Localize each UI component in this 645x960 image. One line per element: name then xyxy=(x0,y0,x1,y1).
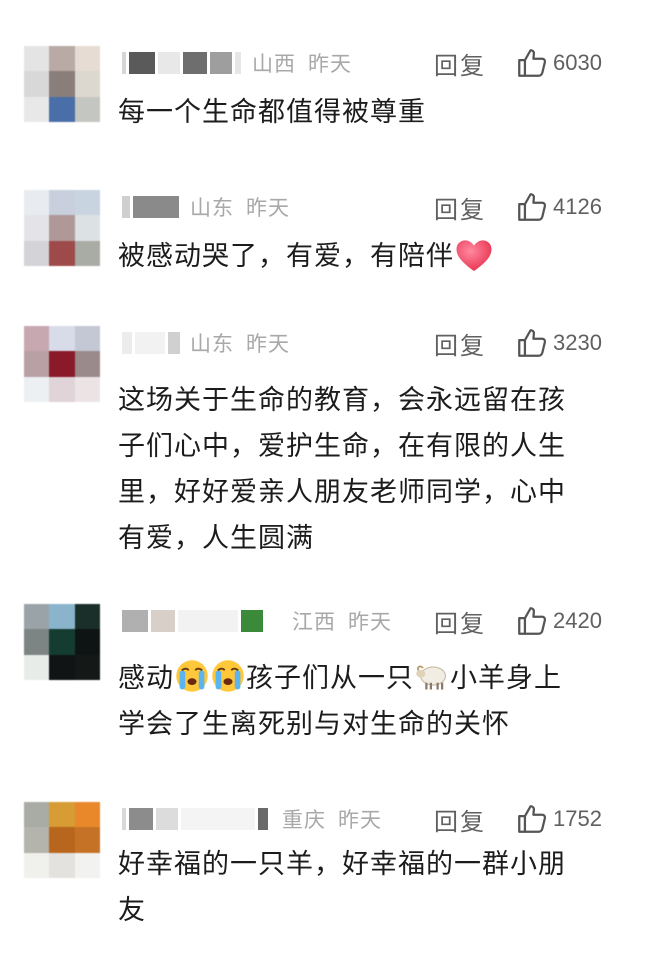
comment-text-line: 这场关于生命的教育，会永远留在孩 xyxy=(118,385,566,416)
region-label: 山西 xyxy=(252,52,296,76)
like-count: 4126 xyxy=(553,194,602,219)
crying-face-emoji xyxy=(176,659,208,692)
time-label: 昨天 xyxy=(308,52,352,76)
like-count: 3230 xyxy=(553,330,602,355)
username-redacted[interactable] xyxy=(122,332,180,358)
username-redacted[interactable] xyxy=(122,610,263,636)
comment-text-segment: 小羊身上 xyxy=(450,663,562,694)
comment-text-line: 里，好好爱亲人朋友老师同学，心中 xyxy=(118,477,566,508)
thumbs-up-icon xyxy=(518,607,547,635)
thumbs-up-icon xyxy=(518,193,547,221)
like-count: 2420 xyxy=(553,608,602,633)
like-button[interactable]: 1752 xyxy=(515,802,602,836)
like-button[interactable]: 3230 xyxy=(515,326,602,360)
thumbs-up-icon xyxy=(518,805,547,833)
time-label: 昨天 xyxy=(246,196,290,220)
region-label: 江西 xyxy=(292,610,336,634)
username-redacted[interactable] xyxy=(122,808,268,834)
time-label: 昨天 xyxy=(338,808,382,832)
like-count: 6030 xyxy=(553,50,602,75)
like-button[interactable]: 4126 xyxy=(515,190,602,224)
heart-emoji xyxy=(456,239,492,271)
comment-text-line: 友 xyxy=(118,895,146,926)
username-redacted[interactable] xyxy=(122,196,179,222)
like-button[interactable]: 2420 xyxy=(515,604,602,638)
comment-text: 被感动哭了，有爱，有陪伴 xyxy=(118,241,454,272)
region-label: 山东 xyxy=(190,332,234,356)
comment-text-segment: 感动 xyxy=(118,663,174,694)
comment-text-line: 有爱，人生圆满 xyxy=(118,523,314,554)
crying-face-emoji xyxy=(212,659,244,692)
comment-text-segment: 孩子们从一只 xyxy=(246,663,414,694)
reply-button[interactable]: 回复 xyxy=(434,46,486,81)
thumbs-up-icon xyxy=(518,49,547,77)
comment-text-line: 好幸福的一只羊，好幸福的一群小朋 xyxy=(118,849,566,880)
like-count: 1752 xyxy=(553,806,602,831)
reply-button[interactable]: 回复 xyxy=(434,604,486,639)
comment-text-line: 学会了生离死别与对生命的关怀 xyxy=(118,709,510,740)
comment-text-line: 子们心中，爱护生命，在有限的人生 xyxy=(118,431,566,462)
username-redacted[interactable] xyxy=(122,52,241,78)
reply-button[interactable]: 回复 xyxy=(434,190,486,225)
time-label: 昨天 xyxy=(348,610,392,634)
reply-button[interactable]: 回复 xyxy=(434,326,486,361)
sheep-emoji xyxy=(416,665,447,689)
comment-text: 好幸福的一只羊，好幸福的一群小朋 友 xyxy=(118,842,623,934)
comment-text: 这场关于生命的教育，会永远留在孩 子们心中，爱护生命，在有限的人生 里，好好爱亲… xyxy=(118,378,623,562)
region-label: 重庆 xyxy=(282,808,326,832)
region-label: 山东 xyxy=(190,196,234,220)
thumbs-up-icon xyxy=(518,329,547,357)
reply-button[interactable]: 回复 xyxy=(434,802,486,837)
comment-text: 感动 孩子们从一只 小羊身上 学会了生离死别与对生命的关怀 xyxy=(118,656,623,748)
time-label: 昨天 xyxy=(246,332,290,356)
like-button[interactable]: 6030 xyxy=(515,46,602,80)
comment-text: 每一个生命都值得被尊重 xyxy=(118,97,426,128)
